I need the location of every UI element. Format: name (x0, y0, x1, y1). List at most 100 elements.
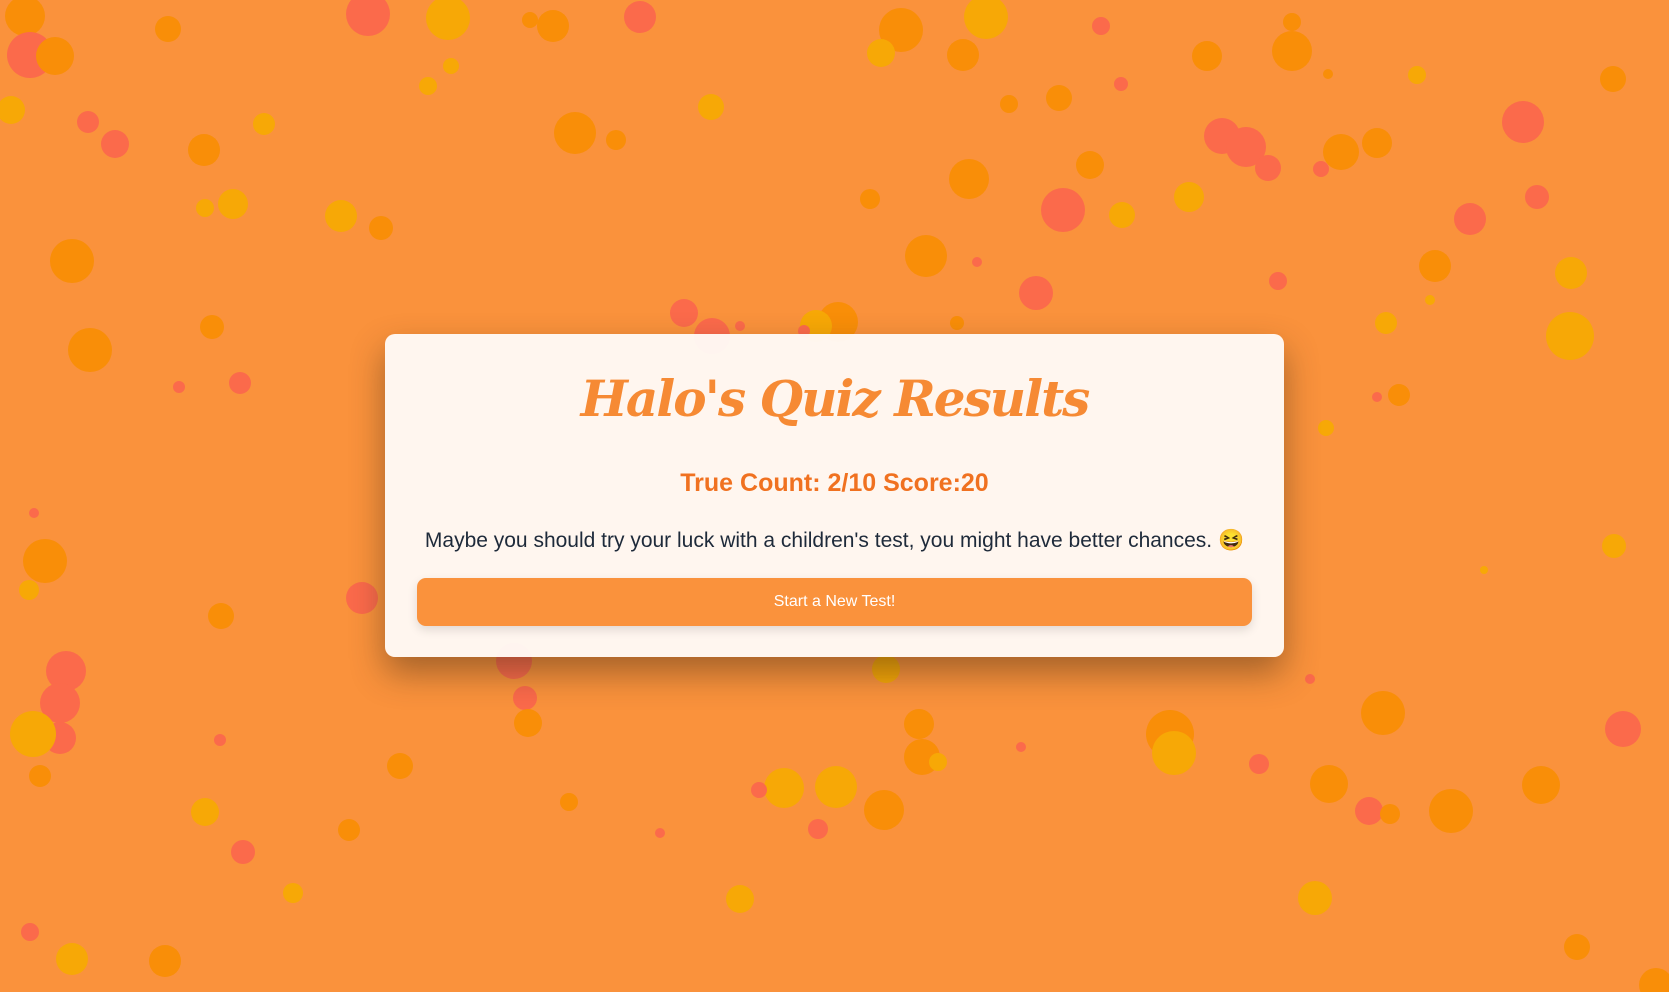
confetti-dot (1605, 711, 1641, 747)
confetti-dot (29, 765, 51, 787)
confetti-dot (387, 753, 413, 779)
confetti-dot (1041, 188, 1085, 232)
confetti-dot (1272, 31, 1312, 71)
confetti-dot (29, 508, 39, 518)
confetti-dot (338, 819, 360, 841)
confetti-dot (149, 945, 181, 977)
confetti-dot (21, 923, 39, 941)
confetti-dot (56, 943, 88, 975)
confetti-dot (1425, 295, 1435, 305)
confetti-dot (950, 316, 964, 330)
confetti-dot (1419, 250, 1451, 282)
confetti-dot (5, 0, 45, 36)
confetti-dot (1152, 731, 1196, 775)
confetti-dot (808, 819, 828, 839)
results-title: Halo's Quiz Results (580, 369, 1091, 428)
confetti-dot (537, 10, 569, 42)
confetti-dot (443, 58, 459, 74)
confetti-dot (218, 189, 248, 219)
confetti-dot (1380, 804, 1400, 824)
confetti-dot (155, 16, 181, 42)
confetti-dot (101, 130, 129, 158)
confetti-dot (50, 239, 94, 283)
confetti-dot (513, 686, 537, 710)
confetti-dot (726, 885, 754, 913)
confetti-dot (1323, 69, 1333, 79)
confetti-dot (964, 0, 1008, 39)
confetti-dot (1454, 203, 1486, 235)
confetti-dot (1255, 155, 1281, 181)
confetti-dot (1639, 968, 1669, 992)
confetti-dot (1372, 392, 1382, 402)
confetti-dot (606, 130, 626, 150)
confetti-dot (1480, 566, 1488, 574)
confetti-dot (77, 111, 99, 133)
confetti-dot (214, 734, 226, 746)
confetti-dot (751, 782, 767, 798)
confetti-dot (419, 77, 437, 95)
confetti-dot (1092, 17, 1110, 35)
confetti-dot (23, 539, 67, 583)
result-message: Maybe you should try your luck with a ch… (424, 529, 1245, 552)
confetti-dot (1323, 134, 1359, 170)
confetti-dot (905, 235, 947, 277)
confetti-dot (208, 603, 234, 629)
score-summary: True Count: 2/10 Score:20 (680, 469, 989, 497)
confetti-dot (1375, 312, 1397, 334)
confetti-dot (522, 12, 538, 28)
confetti-dot (972, 257, 982, 267)
confetti-dot (1600, 66, 1626, 92)
confetti-dot (283, 883, 303, 903)
confetti-dot (554, 112, 596, 154)
confetti-dot (1000, 95, 1018, 113)
confetti-dot (1046, 85, 1072, 111)
confetti-dot (325, 200, 357, 232)
confetti-dot (1525, 185, 1549, 209)
results-card: Halo's Quiz Results True Count: 2/10 Sco… (385, 334, 1284, 657)
confetti-dot (1318, 420, 1334, 436)
confetti-dot (1502, 101, 1544, 143)
confetti-dot (949, 159, 989, 199)
confetti-dot (1555, 257, 1587, 289)
confetti-dot (229, 372, 251, 394)
confetti-dot (231, 840, 255, 864)
confetti-dot (10, 711, 56, 757)
confetti-dot (1076, 151, 1104, 179)
confetti-dot (1602, 534, 1626, 558)
confetti-dot (872, 655, 900, 683)
confetti-dot (1408, 66, 1426, 84)
confetti-dot (1192, 41, 1222, 71)
confetti-dot (1310, 765, 1348, 803)
confetti-dot (369, 216, 393, 240)
confetti-dot (560, 793, 578, 811)
confetti-dot (196, 199, 214, 217)
confetti-dot (200, 315, 224, 339)
confetti-dot (188, 134, 220, 166)
confetti-dot (698, 94, 724, 120)
confetti-dot (1522, 766, 1560, 804)
confetti-dot (1546, 312, 1594, 360)
confetti-dot (1249, 754, 1269, 774)
confetti-dot (1114, 77, 1128, 91)
confetti-dot (1305, 674, 1315, 684)
confetti-dot (1174, 182, 1204, 212)
confetti-dot (735, 321, 745, 331)
confetti-dot (764, 768, 804, 808)
confetti-dot (904, 709, 934, 739)
confetti-dot (191, 798, 219, 826)
confetti-dot (0, 96, 25, 124)
confetti-dot (346, 582, 378, 614)
confetti-dot (514, 709, 542, 737)
confetti-dot (36, 37, 74, 75)
start-new-test-button[interactable]: Start a New Test! (417, 578, 1252, 626)
confetti-dot (1019, 276, 1053, 310)
confetti-dot (1269, 272, 1287, 290)
confetti-dot (426, 0, 470, 40)
confetti-dot (1362, 128, 1392, 158)
confetti-dot (68, 328, 112, 372)
confetti-dot (1016, 742, 1026, 752)
confetti-dot (1429, 789, 1473, 833)
confetti-dot (670, 299, 698, 327)
confetti-dot (867, 39, 895, 67)
confetti-dot (253, 113, 275, 135)
